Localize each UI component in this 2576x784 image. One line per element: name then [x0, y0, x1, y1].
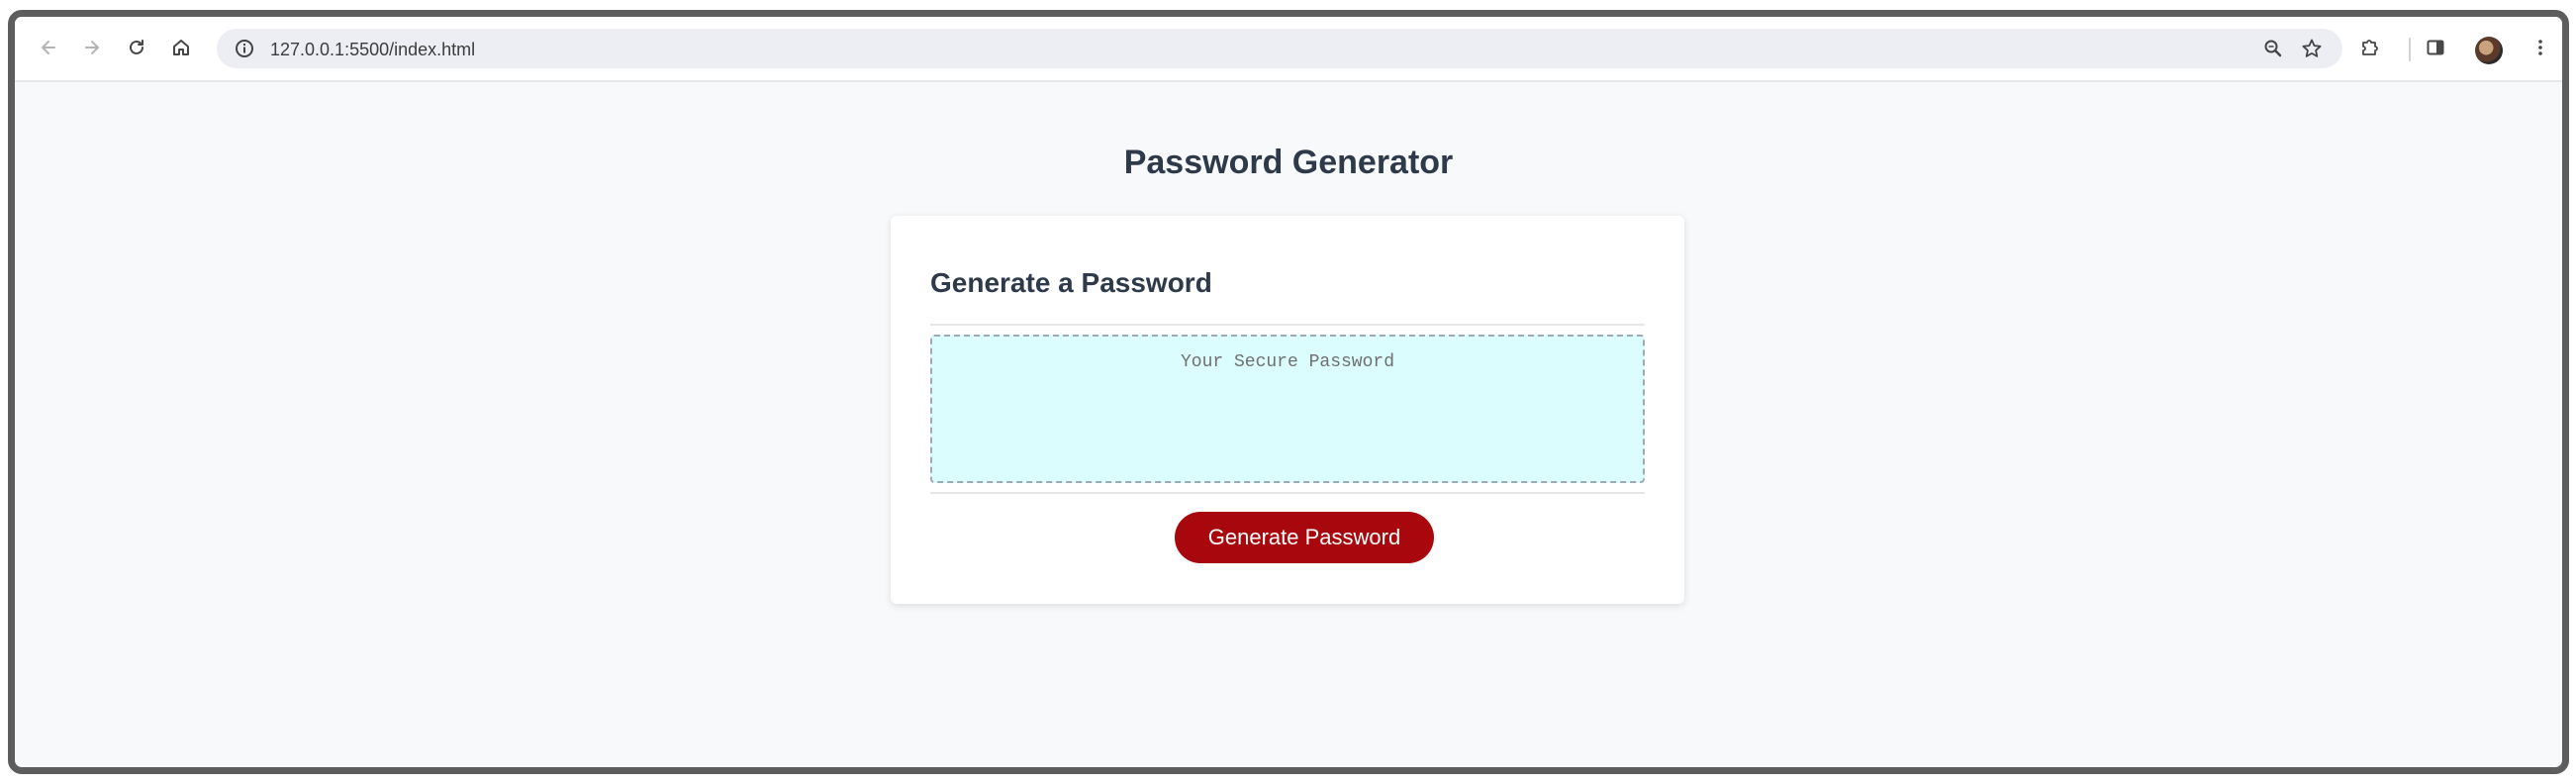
info-icon[interactable] [234, 38, 255, 59]
avatar[interactable] [2475, 37, 2503, 64]
card-header-divider [930, 324, 1645, 326]
reload-icon[interactable] [119, 30, 154, 65]
browser-window: 127.0.0.1:5500/index.html Password Gener… [8, 10, 2569, 774]
toolbar-divider [2409, 38, 2411, 61]
password-output[interactable] [930, 335, 1645, 483]
browser-toolbar: 127.0.0.1:5500/index.html [15, 17, 2562, 82]
home-icon[interactable] [163, 30, 199, 65]
address-bar[interactable]: 127.0.0.1:5500/index.html [217, 29, 2342, 68]
card-footer-divider [930, 492, 1645, 494]
side-panel-icon[interactable] [2418, 30, 2453, 65]
page-title: Password Generator [1123, 144, 1454, 181]
back-arrow-icon[interactable] [31, 30, 66, 65]
forward-arrow-icon[interactable] [74, 30, 110, 65]
zoom-icon[interactable] [2258, 34, 2288, 63]
star-icon[interactable] [2297, 34, 2327, 63]
password-card: Generate a Password Generate Password [891, 216, 1684, 604]
puzzle-icon[interactable] [2352, 30, 2388, 65]
generate-password-button[interactable]: Generate Password [1175, 512, 1434, 563]
card-title: Generate a Password [930, 267, 1212, 298]
url-text[interactable]: 127.0.0.1:5500/index.html [270, 40, 475, 60]
kebab-menu-icon[interactable] [2523, 30, 2558, 65]
